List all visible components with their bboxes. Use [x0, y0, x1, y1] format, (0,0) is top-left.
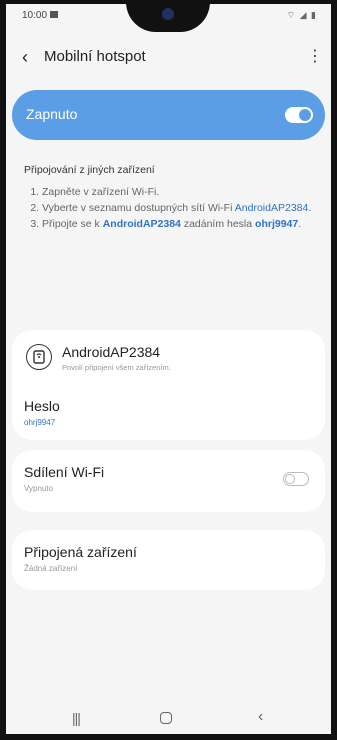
device-frame-right: [331, 0, 337, 740]
network-card: AndroidAP2384 Povolí připojení všem zaří…: [12, 330, 325, 440]
front-camera: [162, 8, 174, 20]
wifi-sharing-title: Sdílení Wi-Fi: [24, 464, 105, 480]
connected-devices-row[interactable]: Připojená zařízení Žádná zařízení: [12, 530, 325, 590]
network-subtitle: Povolí připojení všem zařízením.: [62, 363, 171, 372]
step-2-network-name: AndroidAP2384: [234, 202, 309, 214]
instruction-step-3: Připojte se k AndroidAP2384 zadáním hesl…: [42, 216, 324, 232]
more-options-icon[interactable]: ⋮: [307, 48, 323, 66]
switch-knob: [299, 109, 311, 121]
wifi-sharing-status: Vypnuto: [24, 484, 54, 493]
notification-icon: [50, 11, 58, 18]
step-3-text: Připojte se k: [42, 218, 100, 230]
screen: 10:00 ⌔ ◢ ▮ ‹ Mobilní hotspot ⋮ Zapnuto …: [6, 4, 331, 734]
step-3-middle: zadáním hesla: [183, 218, 253, 230]
back-icon[interactable]: ‹: [22, 48, 38, 66]
home-icon[interactable]: [160, 712, 172, 724]
navigation-bar: ||| ‹: [6, 704, 331, 734]
hotspot-toggle-row[interactable]: Zapnuto: [12, 90, 325, 140]
step-3-password: ohrj9947: [255, 218, 299, 230]
password-value: ohrj9947: [24, 418, 56, 427]
step-3-suffix: .: [298, 218, 302, 230]
password-label[interactable]: Heslo: [24, 398, 60, 414]
instructions-list: Zapněte v zařízení Wi-Fi. Vyberte v sezn…: [24, 184, 324, 232]
connected-devices-title: Připojená zařízení: [24, 544, 137, 560]
step-3-network-name: AndroidAP2384: [102, 218, 181, 230]
status-time: 10:00: [22, 10, 48, 21]
step-2-text: Vyberte v seznamu dostupných sítí Wi-Fi: [42, 202, 233, 214]
instruction-step-2: Vyberte v seznamu dostupných sítí Wi-Fi …: [42, 200, 324, 216]
switch-knob: [285, 474, 295, 484]
hotspot-toggle-label: Zapnuto: [26, 106, 78, 122]
network-name[interactable]: AndroidAP2384: [62, 344, 160, 360]
wifi-sharing-row[interactable]: Sdílení Wi-Fi Vypnuto: [12, 450, 325, 512]
router-icon: [26, 344, 52, 370]
step-1-text: Zapněte v zařízení Wi-Fi.: [42, 186, 160, 198]
connected-devices-subtitle: Žádná zařízení: [24, 564, 78, 573]
hotspot-switch[interactable]: [285, 107, 313, 123]
nav-back-icon[interactable]: ‹: [258, 708, 263, 726]
wifi-sharing-switch[interactable]: [283, 472, 309, 486]
recent-apps-icon[interactable]: |||: [72, 710, 81, 726]
instructions-heading: Připojování z jiných zařízení: [24, 164, 155, 176]
page-title: Mobilní hotspot: [44, 48, 146, 65]
device-frame-bottom: [0, 734, 337, 740]
step-2-suffix: .: [308, 202, 312, 214]
app-bar: ‹ Mobilní hotspot ⋮: [6, 38, 331, 78]
instruction-step-1: Zapněte v zařízení Wi-Fi.: [42, 184, 324, 200]
connection-instructions: Připojování z jiných zařízení Zapněte v …: [24, 164, 324, 232]
status-icons: ⌔ ◢ ▮: [286, 10, 317, 20]
